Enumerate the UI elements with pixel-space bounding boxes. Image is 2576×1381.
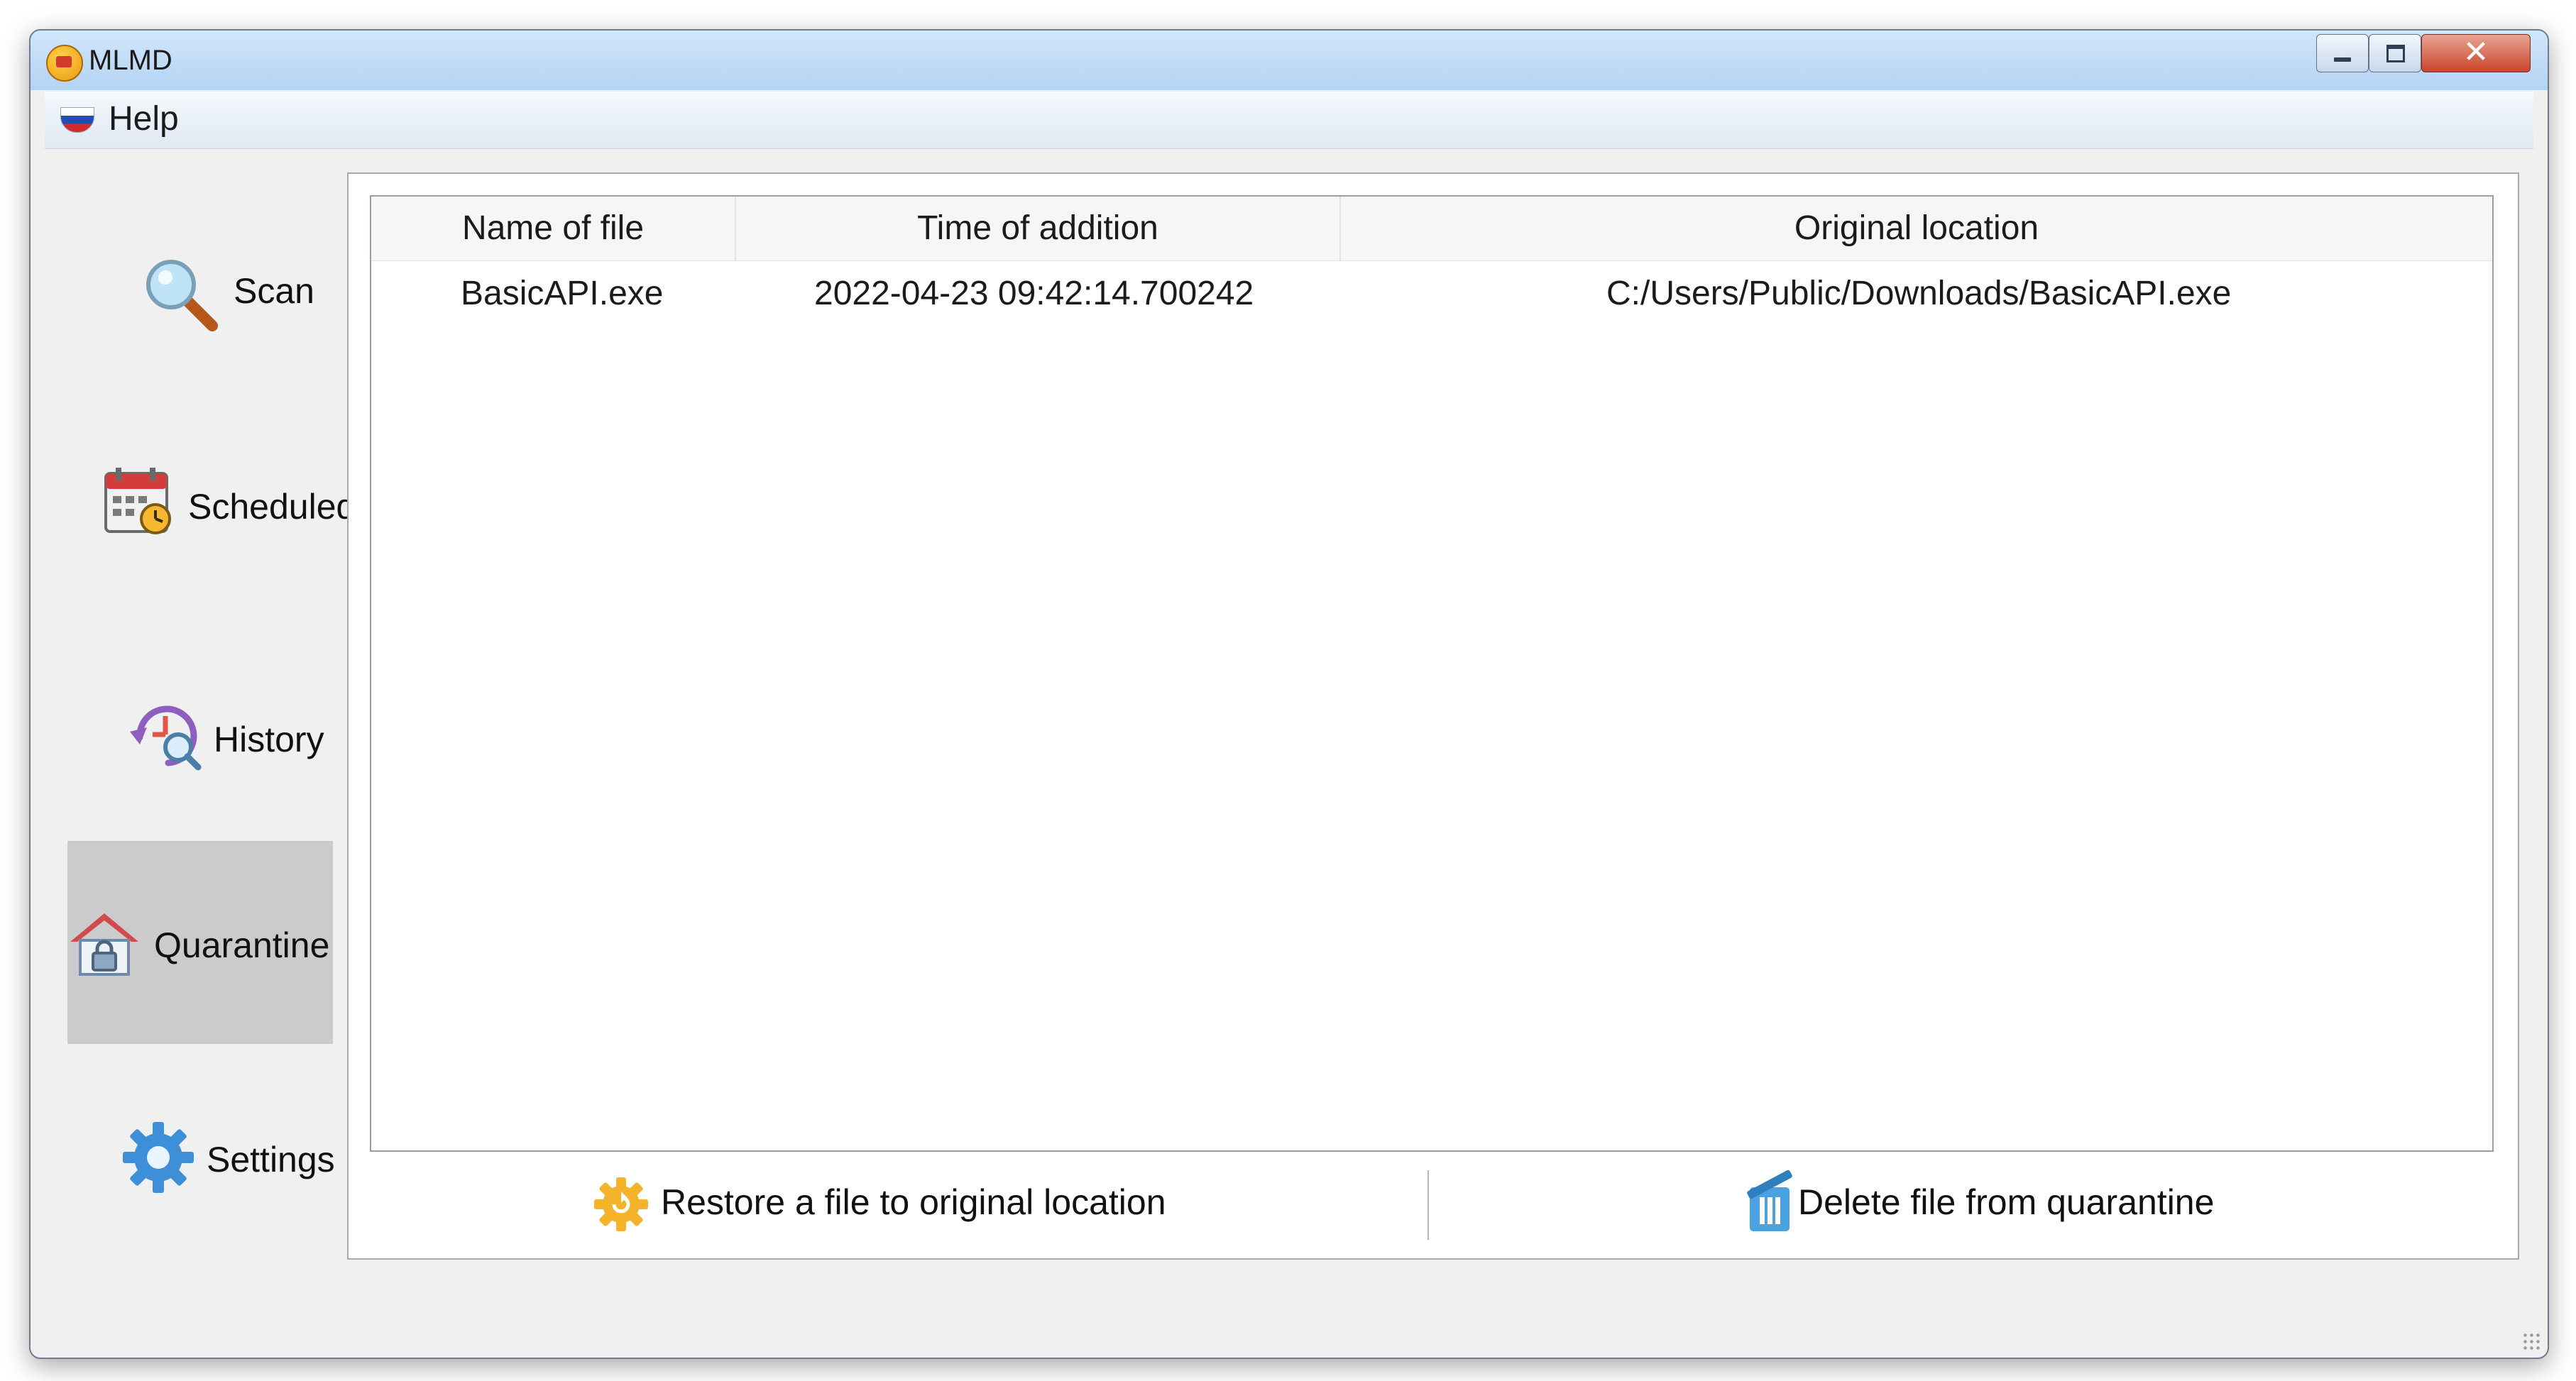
app-window: MLMD ✕ Help Scan Scheduled History Quara… <box>29 29 2549 1359</box>
column-header-time[interactable]: Time of addition <box>736 197 1341 260</box>
column-header-location[interactable]: Original location <box>1341 197 2492 260</box>
delete-button-label: Delete file from quarantine <box>1798 1182 2215 1222</box>
table-row[interactable]: BasicAPI.exe 2022-04-23 09:42:14.700242 … <box>371 262 2492 326</box>
column-header-name[interactable]: Name of file <box>371 197 736 260</box>
gear-icon <box>123 1122 194 1193</box>
sidebar-item-scan[interactable]: Scan <box>67 187 333 390</box>
sidebar-item-label: Scheduled <box>188 487 356 527</box>
restore-file-button[interactable]: Restore a file to original location <box>583 1160 1222 1245</box>
sidebar-item-label: Scan <box>234 271 314 311</box>
sidebar-item-label: History <box>214 720 324 759</box>
close-icon: ✕ <box>2462 35 2489 70</box>
window-title: MLMD <box>89 45 172 76</box>
minimize-button[interactable] <box>2316 34 2369 72</box>
quarantine-panel: Name of file Time of addition Original l… <box>347 172 2519 1260</box>
maximize-button[interactable] <box>2369 34 2421 72</box>
close-button[interactable]: ✕ <box>2421 34 2531 72</box>
house-lock-icon <box>70 913 138 976</box>
cell-file-name: BasicAPI.exe <box>461 275 664 312</box>
resize-grip[interactable] <box>2522 1332 2542 1352</box>
sidebar-item-label: Settings <box>207 1140 335 1179</box>
language-flag-icon[interactable] <box>60 107 94 133</box>
title-bar[interactable]: MLMD ✕ <box>31 31 2548 90</box>
delete-file-button[interactable]: Delete file from quarantine <box>1740 1160 2293 1245</box>
sidebar-item-scheduled[interactable]: Scheduled <box>67 407 356 610</box>
quarantine-table: Name of file Time of addition Original l… <box>370 195 2494 1152</box>
sidebar-item-label: Quarantine <box>154 925 330 965</box>
cell-time-of-addition: 2022-04-23 09:42:14.700242 <box>814 275 1254 312</box>
history-icon <box>130 705 202 771</box>
restore-button-label: Restore a file to original location <box>661 1182 1166 1222</box>
restore-gear-icon <box>594 1177 648 1231</box>
app-logo-icon <box>46 45 83 82</box>
menu-bar: Help <box>45 92 2533 149</box>
table-header: Name of file Time of addition Original l… <box>371 197 2492 261</box>
calendar-clock-icon <box>104 468 171 534</box>
sidebar-item-quarantine[interactable]: Quarantine <box>67 841 333 1044</box>
sidebar-item-settings[interactable]: Settings <box>67 1060 335 1262</box>
trash-icon <box>1747 1170 1792 1231</box>
cell-original-location: C:/Users/Public/Downloads/BasicAPI.exe <box>1606 275 2232 312</box>
magnifier-icon <box>146 260 218 331</box>
menu-help[interactable]: Help <box>109 99 179 140</box>
sidebar-item-history[interactable]: History <box>67 624 333 827</box>
action-bar: Restore a file to original location Dele… <box>370 1160 2494 1245</box>
action-divider <box>1427 1170 1429 1240</box>
